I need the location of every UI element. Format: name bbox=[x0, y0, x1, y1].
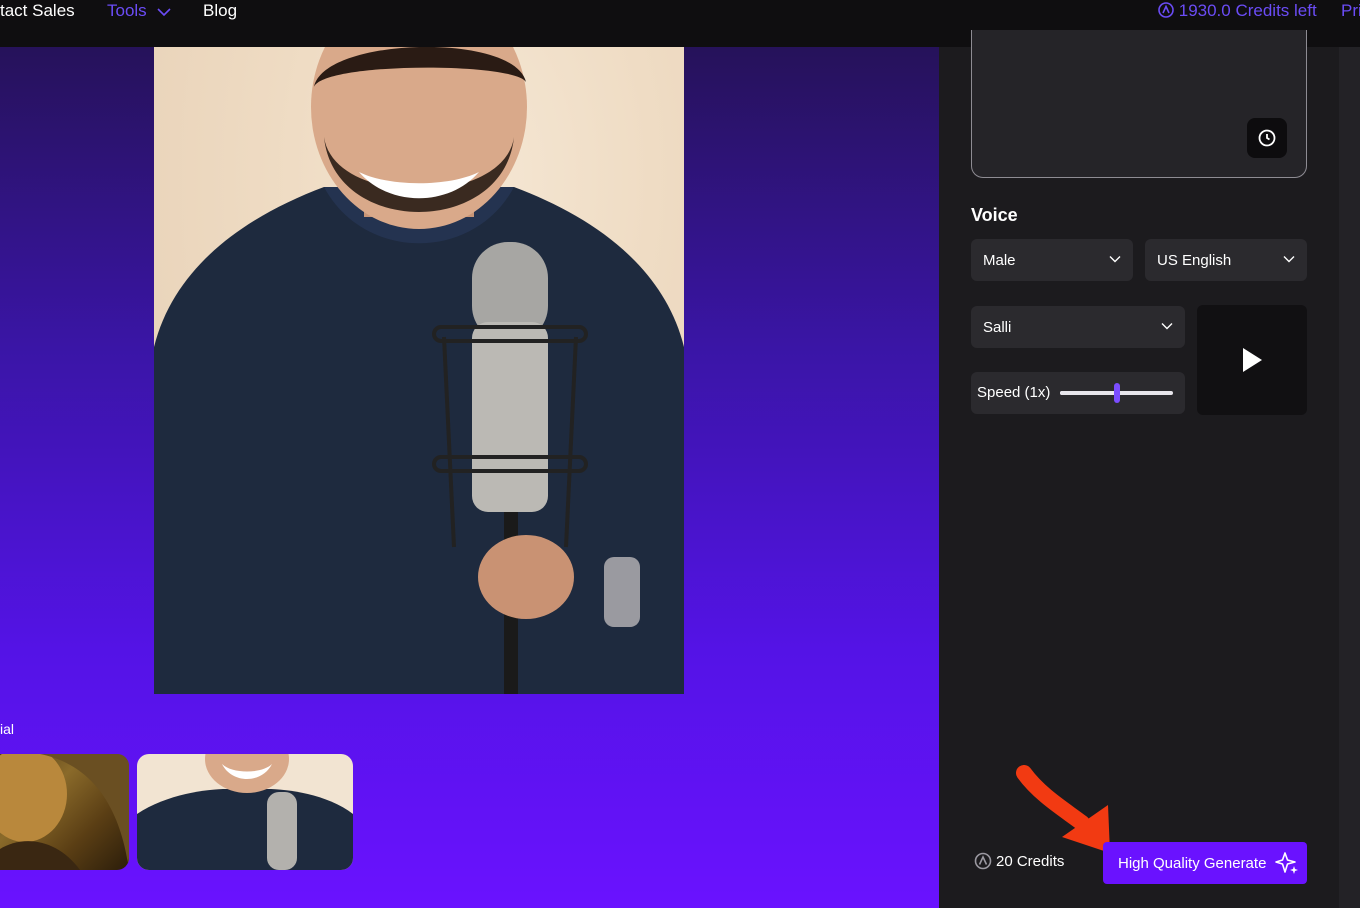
chevron-down-icon bbox=[1109, 256, 1121, 263]
coin-a-icon bbox=[1158, 2, 1174, 18]
language-select[interactable]: US English bbox=[1145, 239, 1307, 281]
voice-name-select[interactable]: Salli bbox=[971, 306, 1185, 348]
template-thumb-man-microphone[interactable] bbox=[137, 754, 353, 870]
gender-select[interactable]: Male bbox=[971, 239, 1133, 281]
speed-control: Speed (1x) bbox=[971, 372, 1185, 414]
voice-section-title: Voice bbox=[971, 205, 1018, 225]
speed-slider[interactable] bbox=[1060, 383, 1173, 403]
template-thumb-mona-lisa[interactable] bbox=[0, 754, 129, 870]
chevron-down-icon bbox=[157, 7, 171, 16]
man-microphone-thumbnail bbox=[137, 754, 353, 870]
nav-contact-sales[interactable]: tact Sales bbox=[0, 1, 75, 21]
speed-label: Speed (1x) bbox=[977, 384, 1051, 401]
nav-pricing[interactable]: Pri bbox=[1341, 1, 1360, 21]
preview-photo bbox=[154, 47, 684, 694]
chevron-down-icon bbox=[1283, 256, 1295, 263]
coin-a-icon bbox=[974, 852, 992, 870]
play-icon bbox=[1243, 348, 1262, 372]
speed-slider-thumb[interactable] bbox=[1114, 383, 1120, 403]
gender-select-value: Male bbox=[983, 251, 1016, 269]
credits-left-text: 1930.0 Credits left bbox=[1178, 1, 1317, 20]
speed-slider-fill bbox=[1060, 391, 1117, 395]
generate-button-label: High Quality Generate bbox=[1118, 854, 1267, 872]
sparkle-icon bbox=[1275, 852, 1298, 874]
cost-credits-text: 20 Credits bbox=[996, 852, 1065, 870]
section-label: ial bbox=[0, 721, 15, 737]
man-with-microphone-image bbox=[154, 47, 684, 694]
high-quality-generate-button[interactable]: High Quality Generate bbox=[1103, 842, 1307, 884]
credits-left: 1930.0 Credits left bbox=[1158, 1, 1317, 21]
play-preview-button[interactable] bbox=[1197, 305, 1307, 415]
mona-lisa-thumbnail bbox=[0, 754, 129, 870]
nav-blog[interactable]: Blog bbox=[203, 1, 237, 21]
cost-credits: 20 Credits bbox=[974, 852, 1064, 870]
voice-name-select-value: Salli bbox=[983, 318, 1012, 336]
chevron-down-icon bbox=[1161, 323, 1173, 330]
panel-scrollbar[interactable] bbox=[1339, 47, 1360, 908]
nav-tools[interactable]: Tools bbox=[107, 1, 171, 21]
nav-tools-label: Tools bbox=[107, 1, 147, 20]
history-button[interactable] bbox=[1247, 118, 1287, 158]
preview-area: ial bbox=[0, 47, 939, 908]
clock-icon bbox=[1258, 129, 1276, 147]
language-select-value: US English bbox=[1157, 251, 1232, 269]
